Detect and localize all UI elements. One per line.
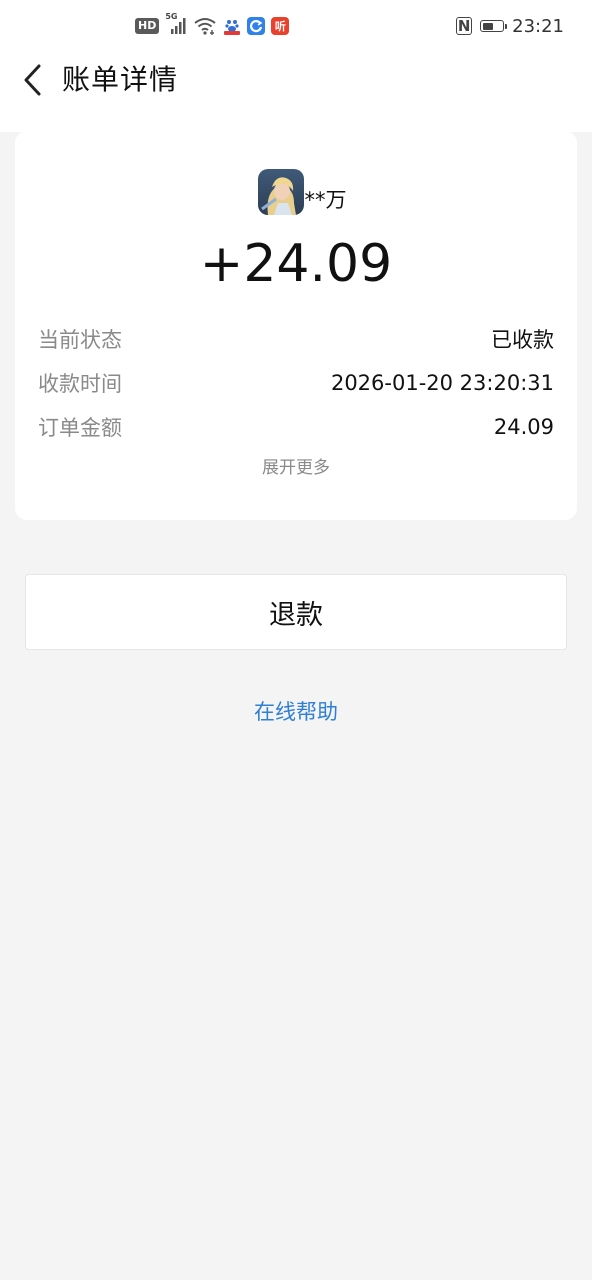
status-bar: HD 5G 听 N 23:21 xyxy=(0,0,592,52)
order-amount-label: 订单金额 xyxy=(38,416,122,440)
order-amount-row: 订单金额 24.09 xyxy=(38,410,554,444)
time-label: 收款时间 xyxy=(38,372,122,396)
avatar[interactable] xyxy=(257,169,304,215)
battery-level xyxy=(482,22,494,30)
hd-icon: HD xyxy=(135,18,160,34)
wifi-icon xyxy=(193,16,217,36)
nfc-icon: N xyxy=(456,17,473,35)
order-amount-value: 24.09 xyxy=(493,415,554,439)
browser-app-icon xyxy=(247,17,266,35)
time-row: 收款时间 2026-01-20 23:20:31 xyxy=(38,366,554,400)
amount: +24.09 xyxy=(199,234,393,294)
status-bar-left: HD 5G 听 xyxy=(135,12,290,38)
time-value: 2026-01-20 23:20:31 xyxy=(330,371,554,395)
battery-icon xyxy=(480,20,508,32)
page-title: 账单详情 xyxy=(62,63,179,96)
chevron-left-icon xyxy=(24,64,41,96)
back-button[interactable] xyxy=(12,56,52,104)
expand-more-link[interactable]: 展开更多 xyxy=(15,453,577,478)
signal-icon: 5G xyxy=(165,12,187,36)
payer-info: **万 xyxy=(15,168,577,216)
app-header: 账单详情 xyxy=(0,52,592,108)
refund-button[interactable]: 退款 xyxy=(25,574,567,650)
payer-name: **万 xyxy=(304,188,347,212)
status-value: 已收款 xyxy=(491,328,554,352)
status-time: 23:21 xyxy=(512,15,564,37)
online-help-link[interactable]: 在线帮助 xyxy=(0,696,592,726)
bill-card: **万 +24.09 当前状态 已收款 收款时间 2026-01-20 23:2… xyxy=(15,131,577,520)
status-label: 当前状态 xyxy=(38,328,122,352)
status-row: 当前状态 已收款 xyxy=(38,322,554,356)
listen-app-icon: 听 xyxy=(271,17,290,35)
baidu-app-icon xyxy=(223,17,242,35)
status-bar-right: N 23:21 xyxy=(456,14,564,38)
